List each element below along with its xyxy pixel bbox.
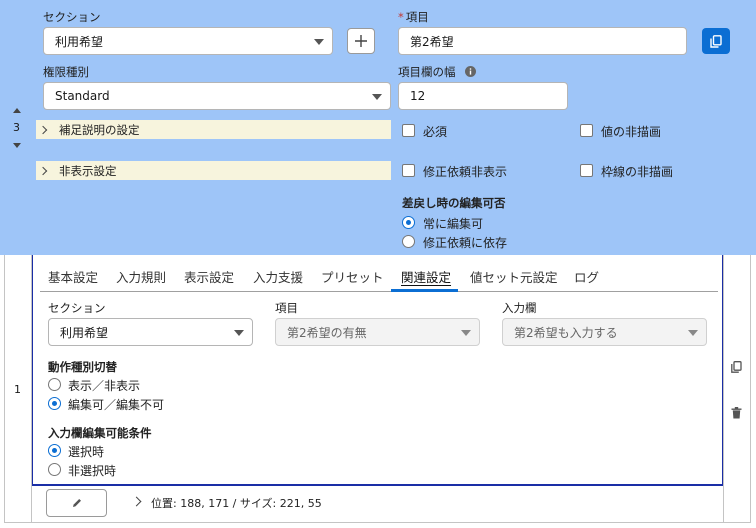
border-hidden-checkbox[interactable] — [580, 164, 593, 177]
width-input-value: 12 — [410, 89, 426, 103]
chevron-down-icon — [461, 330, 471, 336]
help-settings-label: 補足説明の設定 — [59, 122, 140, 137]
chevron-down-icon — [234, 330, 244, 336]
action-show-hide-radio[interactable] — [48, 378, 61, 391]
edit-button[interactable] — [46, 489, 107, 517]
condition-selected-radio[interactable] — [48, 444, 61, 457]
section-select-value: 利用希望 — [55, 34, 104, 49]
item-label: * 項目 — [398, 10, 429, 24]
copy-button[interactable] — [702, 28, 730, 54]
copy-icon[interactable] — [731, 361, 742, 373]
item-input[interactable]: 第2希望 — [398, 27, 687, 55]
tab-display[interactable]: 表示設定 — [184, 267, 234, 286]
chevron-right-icon — [38, 166, 48, 175]
item-input-value: 第2希望 — [410, 34, 454, 49]
settings-panel — [32, 255, 723, 485]
action-edit-radio[interactable] — [48, 397, 61, 410]
info-icon[interactable] — [465, 66, 477, 77]
tab-input-assist[interactable]: 入力支援 — [253, 267, 303, 286]
section-label: セクション — [43, 10, 101, 24]
help-settings-expander[interactable]: 補足説明の設定 — [36, 120, 391, 139]
correction-hidden-checkbox[interactable] — [402, 164, 415, 177]
section-select[interactable]: 利用希望 — [43, 27, 333, 55]
copy-icon — [710, 34, 722, 48]
plus-icon — [355, 35, 367, 47]
action-type-title: 動作種別切替 — [48, 360, 117, 374]
chevron-down-icon — [314, 39, 324, 45]
condition-selected-label: 選択時 — [68, 445, 105, 459]
condition-unselected-label: 非選択時 — [68, 464, 117, 478]
chevron-right-icon — [38, 125, 48, 134]
sendback-depends-radio[interactable] — [402, 235, 415, 248]
related-item-value: 第2希望の有無 — [287, 325, 367, 340]
sendback-always-label: 常に編集可 — [423, 217, 484, 231]
action-show-hide-label: 表示／非表示 — [68, 379, 141, 393]
condition-unselected-radio[interactable] — [48, 463, 61, 476]
sendback-always-radio[interactable] — [402, 216, 415, 229]
tab-divider — [40, 291, 718, 292]
related-section-value: 利用希望 — [60, 325, 109, 340]
hidden-settings-label: 非表示設定 — [59, 163, 117, 178]
permission-select-value: Standard — [55, 89, 110, 103]
related-input-label: 入力欄 — [502, 301, 537, 315]
tab-basic[interactable]: 基本設定 — [48, 267, 98, 286]
selected-field-row: 3 セクション 利用希望 * 項目 第2希望 権限種別 Standard 項目欄の… — [0, 0, 756, 255]
sendback-title: 差戻し時の編集可否 — [402, 196, 506, 210]
value-hidden-checkbox[interactable] — [580, 124, 593, 137]
sendback-depends-label: 修正依頼に依存 — [423, 236, 508, 250]
width-input[interactable]: 12 — [398, 82, 568, 110]
correction-hidden-label: 修正依頼非表示 — [423, 165, 508, 179]
row-index: 3 — [13, 121, 20, 134]
border-hidden-label: 枠線の非描画 — [601, 165, 674, 179]
related-input-select[interactable]: 第2希望も入力する — [502, 318, 707, 346]
add-section-button[interactable] — [347, 28, 375, 54]
tab-log[interactable]: ログ — [574, 267, 599, 286]
chevron-down-icon — [688, 330, 698, 336]
required-label: 必須 — [423, 125, 448, 139]
hidden-settings-expander[interactable]: 非表示設定 — [36, 161, 391, 180]
row-index: 1 — [14, 383, 21, 396]
related-section-select[interactable]: 利用希望 — [48, 318, 253, 346]
permission-label: 権限種別 — [43, 65, 89, 79]
related-item-label: 項目 — [275, 301, 298, 315]
move-down-icon[interactable] — [13, 143, 21, 148]
related-section-label: セクション — [48, 301, 106, 315]
tab-preset[interactable]: プリセット — [321, 267, 384, 286]
trash-icon[interactable] — [731, 407, 742, 419]
value-hidden-label: 値の非描画 — [601, 125, 662, 139]
tab-value-source[interactable]: 値セット元設定 — [470, 267, 558, 286]
tab-related[interactable]: 関連設定 — [401, 267, 451, 286]
action-edit-label: 編集可／編集不可 — [68, 398, 165, 412]
permission-select[interactable]: Standard — [43, 82, 391, 110]
chevron-down-icon — [372, 94, 382, 100]
related-item-select[interactable]: 第2希望の有無 — [275, 318, 480, 346]
active-tab-indicator — [391, 289, 458, 292]
condition-title: 入力欄編集可能条件 — [48, 426, 152, 440]
tab-validation[interactable]: 入力規則 — [116, 267, 166, 286]
width-label: 項目欄の幅 — [398, 64, 477, 80]
required-checkbox[interactable] — [402, 124, 415, 137]
position-size-readout: 位置: 188, 171 / サイズ: 221, 55 — [151, 497, 322, 510]
row-divider — [723, 255, 724, 523]
pencil-icon — [72, 499, 81, 507]
related-input-value: 第2希望も入力する — [514, 325, 618, 340]
move-up-icon[interactable] — [13, 108, 21, 113]
